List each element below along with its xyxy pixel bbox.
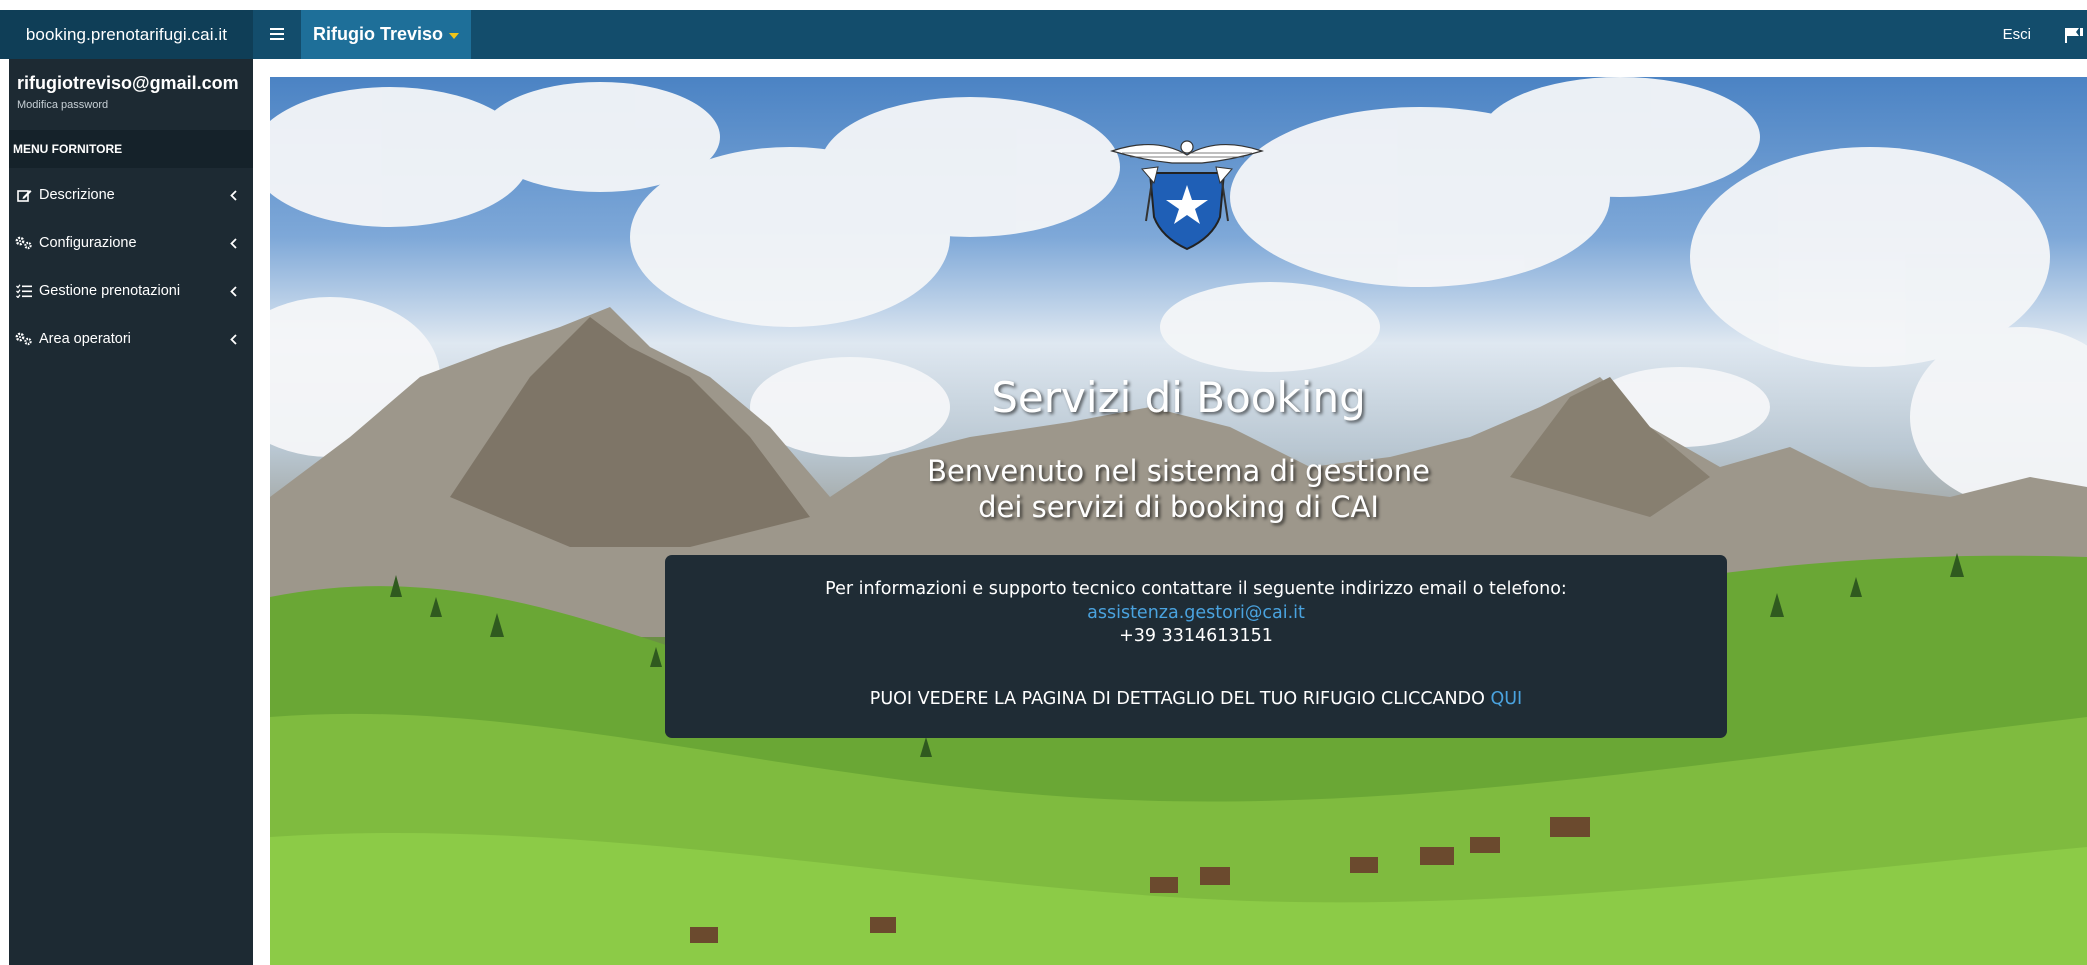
sidebar-menu: Descrizione Configurazione Gestione pren… xyxy=(9,171,253,363)
top-strip xyxy=(0,0,2087,10)
logout-link[interactable]: Esci xyxy=(2003,26,2031,43)
sidebar-item-area-operatori[interactable]: Area operatori xyxy=(9,315,253,363)
menu-header: MENU FORNITORE xyxy=(9,130,253,168)
hero-banner: Servizi di Booking Benvenuto nel sistema… xyxy=(270,77,2087,965)
hero-subtitle-line2: dei servizi di booking di CAI xyxy=(978,490,1379,524)
main-content: Servizi di Booking Benvenuto nel sistema… xyxy=(253,59,2087,965)
nav-right: Esci xyxy=(2003,10,2087,59)
sidebar-item-gestione-prenotazioni[interactable]: Gestione prenotazioni xyxy=(9,267,253,315)
user-panel: rifugiotreviso@gmail.com Modifica passwo… xyxy=(17,71,253,115)
top-header: booking.prenotarifugi.cai.it Rifugio Tre… xyxy=(0,10,2087,59)
hero-subtitle: Benvenuto nel sistema di gestione dei se… xyxy=(270,453,2087,525)
rifugio-dropdown-label: Rifugio Treviso xyxy=(313,24,444,44)
sidebar-item-configurazione[interactable]: Configurazione xyxy=(9,219,253,267)
chevron-left-icon xyxy=(230,267,237,315)
sidebar-item-descrizione[interactable]: Descrizione xyxy=(9,171,253,219)
chevron-left-icon xyxy=(230,315,237,363)
sidebar-accent-strip xyxy=(0,59,9,965)
sidebar-item-label: Configurazione xyxy=(39,235,137,251)
hero-subtitle-line1: Benvenuto nel sistema di gestione xyxy=(927,454,1430,488)
navbar: Rifugio Treviso Esci xyxy=(253,10,2087,59)
support-phone: +39 3314613151 xyxy=(1119,626,1273,646)
brand-title[interactable]: booking.prenotarifugi.cai.it xyxy=(0,10,253,59)
flag-icon[interactable] xyxy=(2065,10,2087,59)
sidebar-item-label: Descrizione xyxy=(39,187,115,203)
sidebar: rifugiotreviso@gmail.com Modifica passwo… xyxy=(0,59,253,965)
detail-page-label: PUOI VEDERE LA PAGINA DI DETTAGLIO DEL T… xyxy=(869,689,1491,709)
support-info-text: Per informazioni e supporto tecnico cont… xyxy=(825,579,1567,599)
support-email-link[interactable]: assistenza.gestori@cai.it xyxy=(665,603,1727,623)
edit-icon xyxy=(15,188,33,203)
list-check-icon xyxy=(15,284,33,298)
user-email: rifugiotreviso@gmail.com xyxy=(17,73,239,93)
hamburger-icon xyxy=(270,23,284,46)
caret-down-icon xyxy=(449,32,460,39)
chevron-left-icon xyxy=(230,219,237,267)
info-box: Per informazioni e supporto tecnico cont… xyxy=(665,555,1727,738)
rifugio-dropdown[interactable]: Rifugio Treviso xyxy=(301,10,472,59)
gears-icon xyxy=(15,332,33,346)
chevron-left-icon xyxy=(230,171,237,219)
hero-title: Servizi di Booking xyxy=(991,373,1366,422)
sidebar-toggle-button[interactable] xyxy=(253,10,301,59)
sidebar-item-label: Gestione prenotazioni xyxy=(39,283,181,299)
detail-page-text: PUOI VEDERE LA PAGINA DI DETTAGLIO DEL T… xyxy=(665,689,1727,709)
detail-page-link[interactable]: QUI xyxy=(1490,689,1522,709)
cai-logo xyxy=(1102,121,1272,261)
gears-icon xyxy=(15,236,33,250)
sidebar-item-label: Area operatori xyxy=(39,331,131,347)
change-password-link[interactable]: Modifica password xyxy=(17,95,253,115)
